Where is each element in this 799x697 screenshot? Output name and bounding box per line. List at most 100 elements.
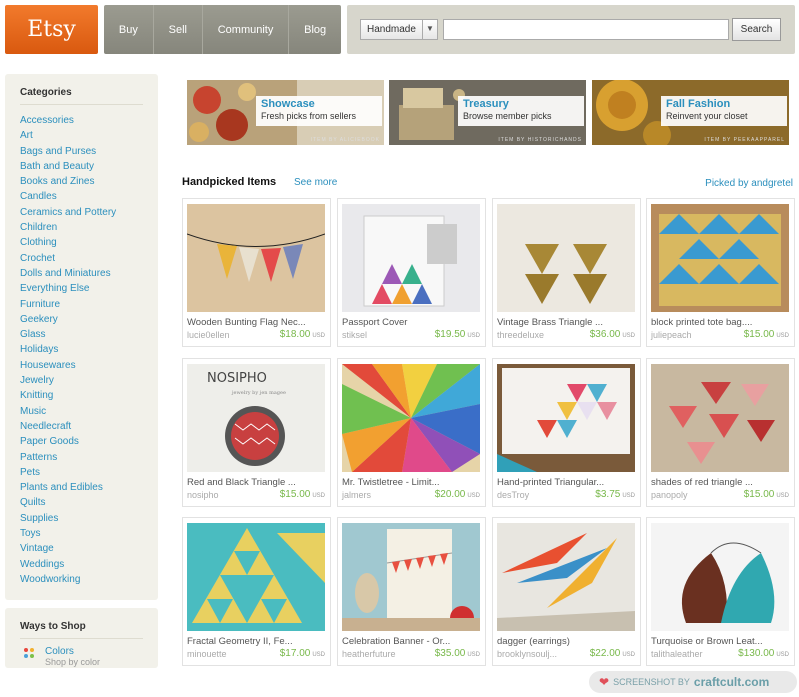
category-link[interactable]: Jewelry (20, 373, 158, 388)
etsy-logo[interactable]: Etsy (5, 5, 98, 54)
category-link[interactable]: Geekery (20, 312, 158, 327)
item-image[interactable] (342, 523, 480, 631)
item-card[interactable]: shades of red triangle ... panopoly $15.… (646, 358, 795, 507)
category-link[interactable]: Children (20, 220, 158, 235)
category-link[interactable]: Glass (20, 327, 158, 342)
category-link[interactable]: Pets (20, 465, 158, 480)
category-link[interactable]: Accessories (20, 113, 158, 128)
item-card[interactable]: Turquoise or Brown Leat... talithaleathe… (646, 517, 795, 666)
category-link[interactable]: Bags and Purses (20, 144, 158, 159)
category-link[interactable]: Knitting (20, 388, 158, 403)
category-link[interactable]: Woodworking (20, 572, 158, 587)
category-link[interactable]: Vintage (20, 541, 158, 556)
item-card[interactable]: Wooden Bunting Flag Nec... lucie0ellen $… (182, 198, 331, 347)
item-seller[interactable]: nosipho (187, 490, 219, 500)
picked-by-link[interactable]: Picked by andgretel (705, 178, 793, 189)
banner-title[interactable]: Treasury (463, 98, 584, 110)
item-image[interactable] (342, 204, 480, 312)
category-link[interactable]: Candles (20, 189, 158, 204)
banner-title[interactable]: Fall Fashion (666, 98, 787, 110)
item-card[interactable]: Hand-printed Triangular... desTroy $3.75… (492, 358, 641, 507)
item-seller[interactable]: talithaleather (651, 649, 703, 659)
category-link[interactable]: Crochet (20, 251, 158, 266)
category-link[interactable]: Books and Zines (20, 174, 158, 189)
nav-blog[interactable]: Blog (288, 5, 341, 54)
banner-showcase[interactable]: Showcase Fresh picks from sellers ITEM B… (187, 80, 384, 145)
chevron-down-icon[interactable]: ▼ (422, 20, 437, 39)
ways-item-colors[interactable]: Colors Shop by color (20, 646, 158, 667)
item-card[interactable]: Passport Cover stiksel $19.50 USD (337, 198, 486, 347)
banner-title[interactable]: Showcase (261, 98, 382, 110)
category-link[interactable]: Paper Goods (20, 434, 158, 449)
category-link[interactable]: Plants and Edibles (20, 480, 158, 495)
item-image[interactable] (651, 523, 789, 631)
search-category-select[interactable]: Handmade ▼ (360, 19, 438, 40)
category-link[interactable]: Art (20, 128, 158, 143)
item-image[interactable] (187, 523, 325, 631)
category-link[interactable]: Bath and Beauty (20, 159, 158, 174)
item-image[interactable] (497, 364, 635, 472)
category-link[interactable]: Music (20, 404, 158, 419)
item-card[interactable]: dagger (earrings) brooklynsoulj... $22.0… (492, 517, 641, 666)
see-more-link[interactable]: See more (294, 177, 337, 188)
category-link[interactable]: Needlecraft (20, 419, 158, 434)
search-button[interactable]: Search (732, 18, 781, 41)
category-link[interactable]: Dolls and Miniatures (20, 266, 158, 281)
search-input[interactable] (443, 19, 729, 40)
item-image[interactable] (187, 204, 325, 312)
item-image[interactable] (342, 364, 480, 472)
item-seller[interactable]: heatherfuture (342, 649, 396, 659)
item-seller[interactable]: desTroy (497, 490, 529, 500)
item-seller[interactable]: brooklynsoulj... (497, 649, 557, 659)
item-title[interactable]: Fractal Geometry II, Fe... (187, 636, 327, 647)
category-link[interactable]: Holidays (20, 342, 158, 357)
nav-buy[interactable]: Buy (104, 5, 153, 54)
item-seller[interactable]: stiksel (342, 330, 367, 340)
item-title[interactable]: Celebration Banner - Or... (342, 636, 482, 647)
item-image[interactable] (651, 204, 789, 312)
item-seller[interactable]: minouette (187, 649, 227, 659)
category-link[interactable]: Quilts (20, 495, 158, 510)
item-title[interactable]: dagger (earrings) (497, 636, 637, 647)
category-link[interactable]: Weddings (20, 557, 158, 572)
ways-item-label[interactable]: Colors (45, 646, 100, 657)
item-card[interactable]: block printed tote bag.... juliepeach $1… (646, 198, 795, 347)
item-title[interactable]: Turquoise or Brown Leat... (651, 636, 791, 647)
item-image[interactable] (497, 523, 635, 631)
item-card[interactable]: Celebration Banner - Or... heatherfuture… (337, 517, 486, 666)
category-link[interactable]: Furniture (20, 297, 158, 312)
item-card[interactable]: Vintage Brass Triangle ... threedeluxe $… (492, 198, 641, 347)
item-seller[interactable]: jalmers (342, 490, 371, 500)
nav-sell[interactable]: Sell (152, 5, 202, 54)
item-image[interactable]: NOSIPHO jewelry by jen magee (187, 364, 325, 472)
item-card[interactable]: Fractal Geometry II, Fe... minouette $17… (182, 517, 331, 666)
item-card[interactable]: NOSIPHO jewelry by jen magee Red and Bla… (182, 358, 331, 507)
item-seller[interactable]: lucie0ellen (187, 330, 230, 340)
item-title[interactable]: Vintage Brass Triangle ... (497, 317, 637, 328)
category-link[interactable]: Patterns (20, 450, 158, 465)
item-image[interactable] (497, 204, 635, 312)
ways-item-sub: Shop by color (45, 657, 101, 667)
item-image[interactable] (651, 364, 789, 472)
item-title[interactable]: Hand-printed Triangular... (497, 477, 637, 488)
banner-fall-fashion[interactable]: Fall Fashion Reinvent your closet ITEM B… (592, 80, 789, 145)
banner-treasury[interactable]: Treasury Browse member picks ITEM BY HIS… (389, 80, 586, 145)
category-link[interactable]: Housewares (20, 358, 158, 373)
item-title[interactable]: Wooden Bunting Flag Nec... (187, 317, 327, 328)
item-title[interactable]: shades of red triangle ... (651, 477, 791, 488)
item-card[interactable]: Mr. Twistletree - Limit... jalmers $20.0… (337, 358, 486, 507)
item-seller[interactable]: juliepeach (651, 330, 692, 340)
nav-community[interactable]: Community (201, 5, 288, 54)
item-title[interactable]: Passport Cover (342, 317, 482, 328)
item-title[interactable]: Red and Black Triangle ... (187, 477, 327, 488)
category-link[interactable]: Ceramics and Pottery (20, 205, 158, 220)
item-title[interactable]: Mr. Twistletree - Limit... (342, 477, 482, 488)
item-seller[interactable]: threedeluxe (497, 330, 544, 340)
item-title[interactable]: block printed tote bag.... (651, 317, 791, 328)
category-link[interactable]: Toys (20, 526, 158, 541)
category-link[interactable]: Clothing (20, 235, 158, 250)
category-link[interactable]: Supplies (20, 511, 158, 526)
item-seller[interactable]: panopoly (651, 490, 688, 500)
price-amount: $20.00 (434, 489, 466, 500)
category-link[interactable]: Everything Else (20, 281, 158, 296)
